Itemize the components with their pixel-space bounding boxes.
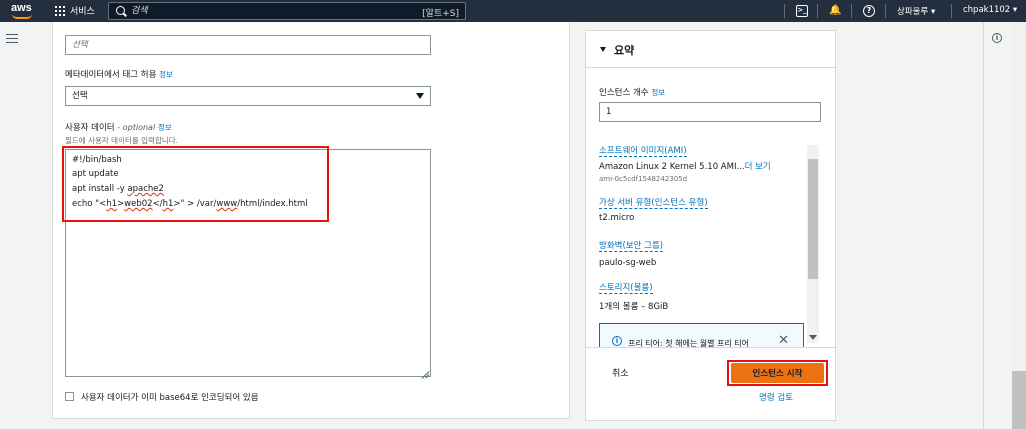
summary-header[interactable]: 요약 [586,31,835,68]
free-tier-alert: i 프리 티어: 첫 해에는 월별 프리 티어 ✕ [599,323,804,347]
highlight-box [62,146,329,222]
search-bar[interactable]: [알트+S] [108,2,466,20]
ami-id: ami-0c5cdf1548242305d [599,175,688,183]
scrollbar-thumb[interactable] [808,159,818,279]
review-commands-link[interactable]: 명령 검토 [759,391,793,403]
top-navigation-bar: aws 서비스 [알트+S] >_ 🔔 ? 상파울루 ▾ chpak1102 ▾ [0,0,1026,22]
scrollbar-thumb[interactable] [1012,371,1026,429]
metadata-tag-info-link[interactable]: 정보 [159,70,173,79]
region-selector[interactable]: 상파울루 ▾ [897,5,935,17]
hamburger-menu-icon[interactable] [6,34,18,43]
close-icon[interactable]: ✕ [778,333,789,347]
divider [586,347,835,348]
account-menu[interactable]: chpak1102 ▾ [963,5,1017,15]
terminal-icon[interactable]: >_ [796,5,808,17]
ami-link[interactable]: 소프트웨어 이미지(AMI) [599,144,687,157]
grid-icon [55,5,65,16]
search-icon [116,6,125,15]
bell-icon[interactable]: 🔔 [829,5,841,17]
base64-checkbox[interactable] [65,392,74,401]
firewall-link[interactable]: 방화벽(보안 그룹) [599,239,664,252]
search-shortcut-hint: [알트+S] [422,9,459,19]
user-data-hint: 필드에 사용자 데이터를 입력합니다. [65,136,179,145]
instance-type-value: t2.micro [599,213,635,223]
ami-more-link[interactable]: 더 보기 [745,162,771,172]
aws-smile-icon [12,14,32,19]
caret-down-icon [600,47,606,52]
divider [951,4,952,18]
aws-logo[interactable]: aws [10,2,34,20]
search-input[interactable] [131,4,411,18]
instance-count-info-link[interactable]: 정보 [651,88,665,97]
services-menu-button[interactable]: 서비스 [55,4,95,17]
firewall-value: paulo-sg-web [599,258,657,268]
divider [851,4,852,18]
cancel-button[interactable]: 취소 [612,366,629,379]
divider [817,4,818,18]
divider [784,4,785,18]
summary-scrollbar[interactable] [807,145,819,343]
right-rail-divider [983,22,984,429]
services-label: 서비스 [70,7,95,17]
help-icon[interactable]: ? [863,5,875,17]
highlight-box [727,360,828,386]
ami-value: Amazon Linux 2 Kernel 5.10 AMI...더 보기 [599,162,771,172]
base64-label: 사용자 데이터가 이미 base64로 인코딩되어 있음 [81,393,259,403]
divider [885,4,886,18]
resize-handle-icon[interactable] [421,367,429,375]
metadata-tag-select[interactable]: 선택 [65,86,431,106]
storage-value: 1개의 볼륨 – 8GiB [599,302,669,312]
instance-type-link[interactable]: 가상 서버 유형(인스턴스 유형) [599,196,708,209]
info-icon: i [612,336,622,346]
previous-select-field[interactable]: 선택 [65,35,431,55]
chevron-down-icon [416,93,424,99]
user-data-label: 사용자 데이터 - optional 정보 [65,123,172,133]
instance-count-label: 인스턴스 개수 정보 [599,88,666,98]
page-scrollbar[interactable] [1012,22,1026,429]
instance-count-input[interactable]: 1 [599,102,821,122]
scroll-down-arrow-icon[interactable] [809,335,817,340]
storage-link[interactable]: 스토리지(볼륨) [599,281,653,294]
metadata-tag-label: 메타데이터에서 태그 허용 정보 [65,70,173,80]
info-icon[interactable]: i [992,33,1002,43]
user-data-info-link[interactable]: 정보 [158,123,172,132]
